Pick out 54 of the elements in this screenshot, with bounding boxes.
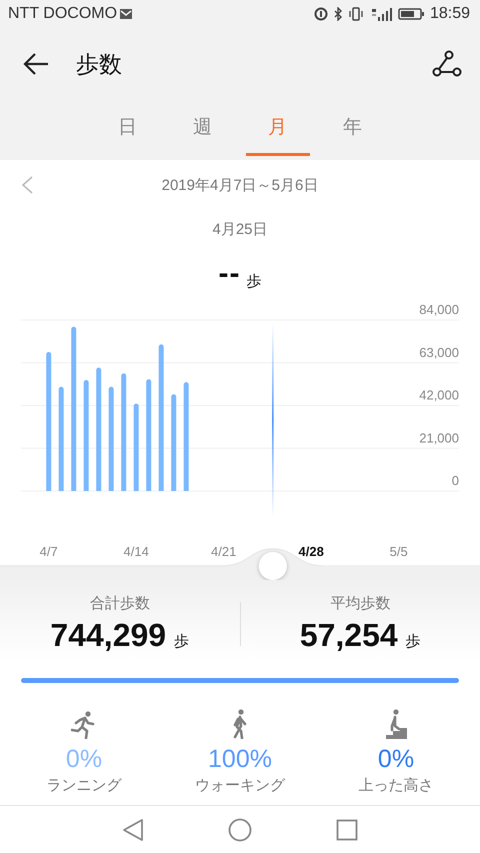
axis-label: 0 [452, 473, 459, 488]
period-tab[interactable]: 月 [246, 106, 310, 156]
activity-label: 上った高さ [358, 776, 434, 795]
vibrate-icon [348, 7, 364, 21]
clock-time: 18:59 [430, 5, 470, 23]
activity-label: ランニング [46, 776, 122, 795]
bluetooth-icon [334, 7, 342, 21]
back-nav-button[interactable] [122, 818, 144, 842]
activity-label: ウォーキング [195, 776, 285, 795]
stat-label: 平均歩数 [330, 594, 390, 613]
recent-apps-button[interactable] [336, 818, 358, 840]
unit-label: 歩 [246, 272, 262, 290]
period-tab[interactable]: 日 [96, 106, 160, 156]
period-tab[interactable]: 年 [320, 106, 384, 156]
battery-icon [398, 8, 424, 20]
activity-percent: 100% [208, 745, 272, 774]
mail-icon [119, 8, 134, 20]
stat-label: 合計歩数 [90, 594, 150, 613]
home-nav-button[interactable] [228, 818, 252, 842]
selected-date: 4月25日 [212, 220, 268, 238]
step-value: -- [218, 257, 240, 291]
axis-label: 42,000 [419, 388, 459, 402]
axis-label: 63,000 [419, 344, 459, 360]
date-label: 5/5 [390, 544, 408, 559]
previous-button[interactable] [20, 175, 34, 195]
carrier-name: NTT DOCOMO [8, 5, 118, 23]
activity-percent: 0% [66, 745, 102, 774]
back-arrow-icon [22, 52, 50, 76]
date-label: 4/21 [211, 544, 236, 559]
square-recents-icon [336, 818, 358, 840]
date-range: 2019年4月7日～5月6日 [162, 176, 318, 194]
activity-percent: 0% [378, 745, 414, 774]
axis-label: 84,000 [419, 302, 459, 317]
chevron-left-icon [20, 175, 34, 195]
stat-value: 744,299 [50, 617, 166, 654]
running-figure-icon [71, 711, 97, 739]
page-title: 歩数 [76, 50, 122, 78]
date-label: 4/14 [124, 544, 149, 559]
unit-label: 歩 [174, 632, 190, 651]
share-button[interactable] [432, 49, 462, 79]
period-tab[interactable]: 週 [170, 106, 234, 156]
back-button[interactable] [22, 52, 50, 76]
climbing-stairs-icon [385, 709, 407, 739]
data-saver-icon [314, 7, 328, 21]
date-label: 4/7 [40, 544, 58, 559]
date-label: 4/28 [298, 544, 324, 559]
signal-icon [370, 7, 392, 21]
axis-label: 21,000 [419, 430, 459, 446]
circle-home-icon [228, 818, 252, 842]
unit-label: 歩 [406, 632, 421, 651]
stat-value: 57,254 [300, 617, 398, 654]
triangle-back-icon [122, 818, 144, 842]
connected-nodes-icon [432, 49, 462, 79]
slider-thumb[interactable] [258, 552, 287, 580]
